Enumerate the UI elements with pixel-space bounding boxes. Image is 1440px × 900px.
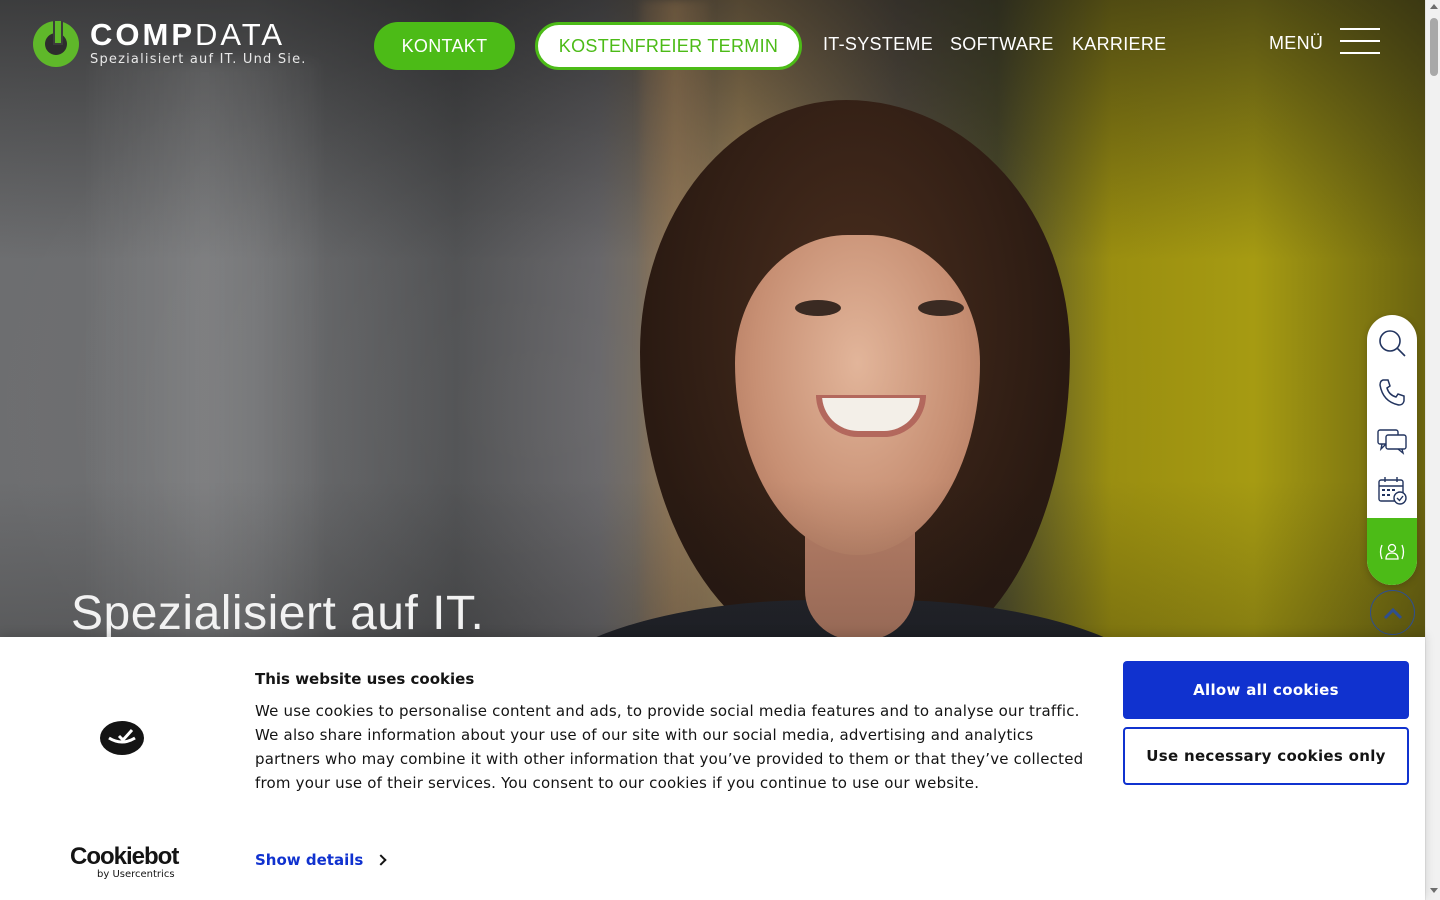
cookie-banner-title: This website uses cookies: [255, 670, 475, 688]
logo-tagline: Spezialisiert auf IT. Und Sie.: [90, 52, 307, 67]
cookie-banner: Cookiebot by Usercentrics This website u…: [0, 637, 1425, 900]
allow-all-cookies-button[interactable]: Allow all cookies: [1123, 661, 1409, 719]
search-icon[interactable]: [1367, 318, 1417, 368]
logo-brand: COMPDATA: [90, 17, 286, 52]
page-scrollbar[interactable]: [1425, 0, 1440, 900]
scroll-to-top-button[interactable]: [1370, 590, 1415, 635]
menu-label[interactable]: MENÜ: [1269, 33, 1323, 54]
kostenfreier-termin-button[interactable]: KOSTENFREIER TERMIN: [535, 22, 802, 70]
necessary-cookies-only-button[interactable]: Use necessary cookies only: [1123, 727, 1409, 785]
chevron-up-icon: [1383, 607, 1402, 619]
phone-icon[interactable]: [1367, 367, 1417, 417]
scroll-down-arrow-icon[interactable]: [1430, 888, 1438, 893]
chat-icon[interactable]: [1367, 416, 1417, 466]
contact-person-icon: [1379, 543, 1405, 560]
power-logo-icon: [33, 20, 79, 67]
hero-headline: Spezialisiert auf IT.: [71, 587, 485, 640]
calendar-icon[interactable]: [1367, 465, 1417, 515]
site-header: COMPDATA Spezialisiert auf IT. Und Sie. …: [0, 0, 1425, 92]
hamburger-menu-icon[interactable]: [1340, 28, 1380, 54]
quick-action-sidebar: [1367, 315, 1417, 585]
cookiebot-logo[interactable]: Cookiebot by Usercentrics: [70, 845, 179, 881]
show-details-link[interactable]: Show details: [255, 851, 387, 869]
cookie-banner-text: We use cookies to personalise content an…: [255, 702, 1084, 792]
nav-it-systeme[interactable]: IT-SYSTEME: [823, 34, 933, 55]
nav-software[interactable]: SOFTWARE: [950, 34, 1054, 55]
cookiebot-cookie-icon: [100, 721, 144, 755]
nav-karriere[interactable]: KARRIERE: [1072, 34, 1166, 55]
chevron-right-icon: [375, 854, 387, 866]
compdata-logo[interactable]: COMPDATA Spezialisiert auf IT. Und Sie.: [33, 17, 307, 67]
scroll-up-arrow-icon[interactable]: [1430, 4, 1438, 9]
kontakt-button[interactable]: KONTAKT: [374, 22, 515, 70]
contact-person-button[interactable]: [1367, 518, 1417, 585]
scroll-thumb[interactable]: [1430, 18, 1438, 76]
